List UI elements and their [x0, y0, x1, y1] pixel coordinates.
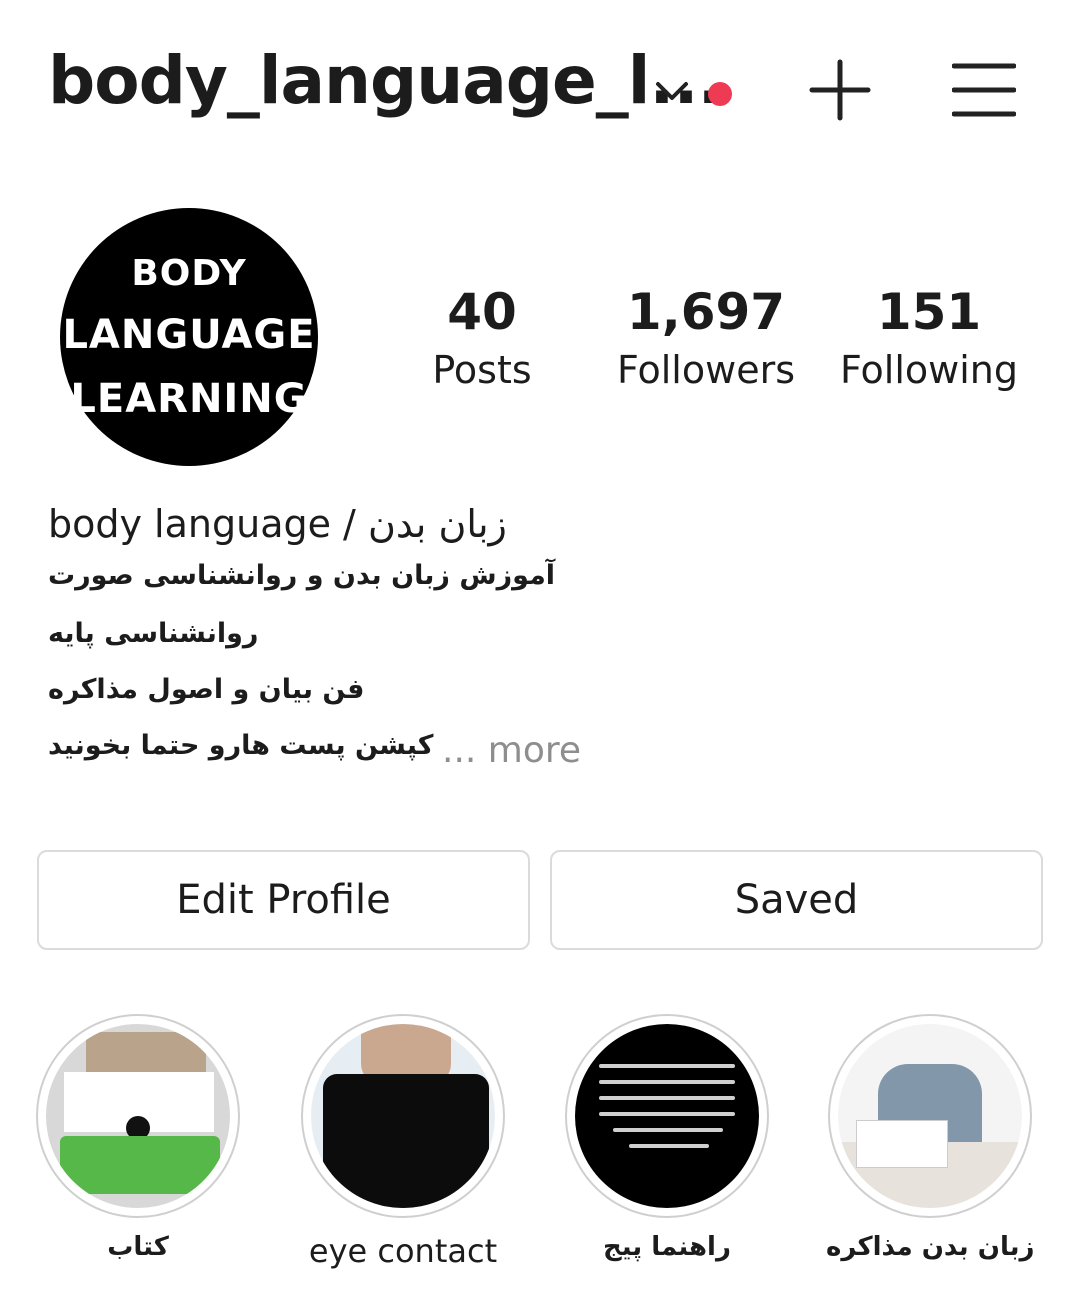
chevron-down-icon[interactable] — [652, 72, 692, 112]
highlight-ring — [565, 1014, 769, 1218]
highlight-cover-image — [838, 1024, 1022, 1208]
followers-label: Followers — [617, 348, 795, 392]
hamburger-menu-icon[interactable] — [952, 62, 1016, 118]
avatar-text-line: BODY — [131, 252, 247, 294]
top-bar: body_language_l... — [0, 0, 1080, 180]
avatar-text-line: LANGUAGE — [62, 311, 316, 358]
posts-count: 40 — [447, 283, 517, 341]
avatar-text-line: LEARNING — [70, 375, 308, 422]
highlight-label: eye contact — [308, 1232, 498, 1270]
highlight-label: زبان بدن مذاکره — [826, 1232, 1035, 1262]
bio-line: روانشناسی پایه — [48, 618, 259, 649]
followers-count: 1,697 — [626, 283, 786, 341]
plus-icon[interactable] — [808, 58, 872, 122]
highlight-ring — [828, 1014, 1032, 1218]
highlight-cover-image — [311, 1024, 495, 1208]
followers-stat[interactable]: 1,697 Followers — [600, 282, 812, 398]
saved-button[interactable]: Saved — [550, 850, 1043, 950]
highlight-ring — [36, 1014, 240, 1218]
highlight-label: راهنما پیج — [603, 1232, 731, 1262]
story-highlight[interactable]: راهنما پیج — [563, 1014, 771, 1262]
highlight-cover-image — [46, 1024, 230, 1208]
posts-stat[interactable]: 40 Posts — [412, 282, 552, 398]
bio-line: فن بیان و اصول مذاکره — [48, 674, 365, 705]
bio-more-link[interactable]: ... more — [442, 730, 581, 771]
following-label: Following — [840, 348, 1018, 392]
story-highlight[interactable]: کتاب — [34, 1014, 242, 1262]
edit-profile-button[interactable]: Edit Profile — [37, 850, 530, 950]
profile-avatar[interactable]: BODY LANGUAGE LEARNING — [60, 208, 318, 466]
highlight-label: کتاب — [107, 1232, 169, 1262]
account-username[interactable]: body_language_l... — [48, 42, 723, 119]
story-highlight[interactable]: eye contact — [299, 1014, 507, 1270]
bio-line: کپشن پست هارو حتما بخونید — [48, 730, 434, 761]
story-highlight[interactable]: زبان بدن مذاکره — [826, 1014, 1034, 1262]
highlight-ring — [301, 1014, 505, 1218]
following-stat[interactable]: 151 Following — [836, 282, 1022, 398]
posts-label: Posts — [432, 348, 532, 392]
bio-line: آموزش زبان بدن و روانشناسی صورت — [48, 560, 556, 591]
following-count: 151 — [876, 283, 982, 341]
bio-display-name: body language / زبان بدن — [48, 502, 507, 546]
highlight-cover-image — [575, 1024, 759, 1208]
notification-dot — [708, 82, 732, 106]
